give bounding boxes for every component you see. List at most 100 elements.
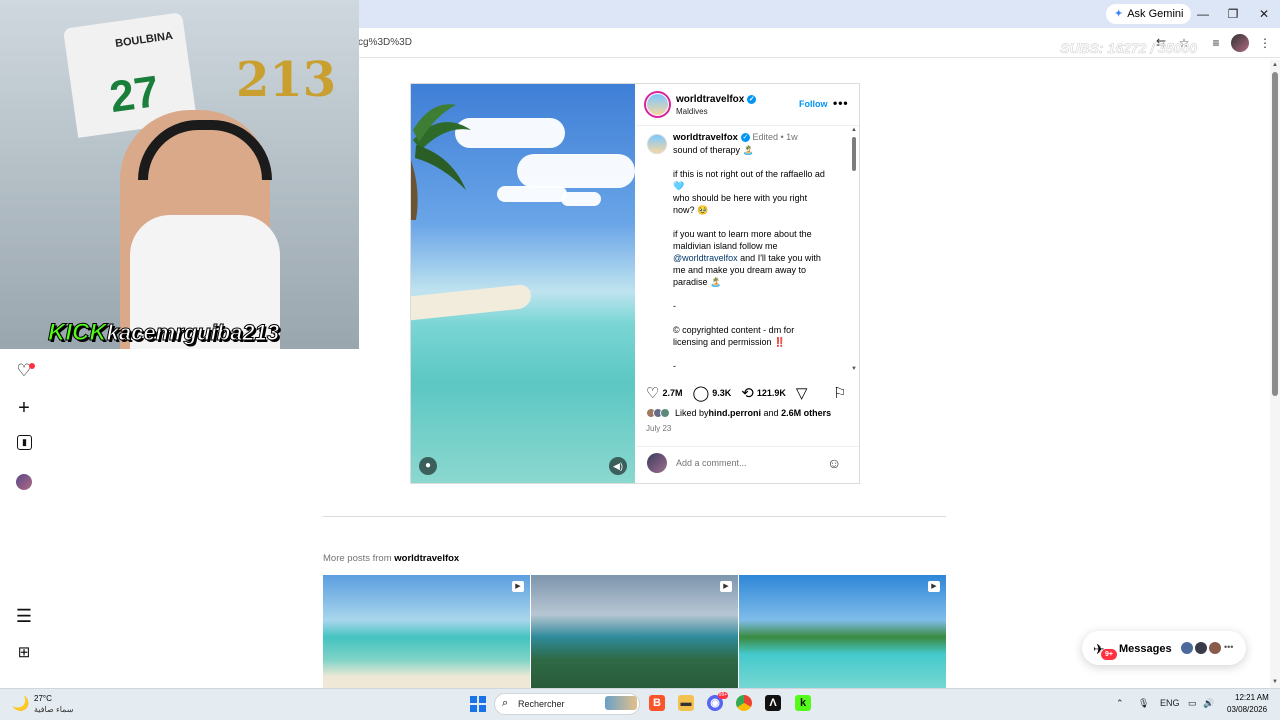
add-comment-input[interactable] bbox=[676, 458, 816, 468]
kick-app-icon[interactable]: k bbox=[795, 695, 811, 711]
search-highlight-image[interactable] bbox=[605, 696, 637, 710]
post-actions: ♡ 2.7M ◯ 9.3K ⟲ 121.9K ▽ bbox=[646, 384, 810, 402]
caption-meta: Edited • 1w bbox=[752, 132, 798, 142]
caption-line: licensing and permission ‼️ bbox=[673, 337, 786, 347]
caption-line: if this is not right out of the raffaell… bbox=[673, 169, 825, 179]
caption-avatar[interactable] bbox=[647, 134, 667, 154]
like-count[interactable]: 2.7M bbox=[662, 388, 682, 398]
clock-time[interactable]: 12:21 AM bbox=[1235, 693, 1269, 702]
save-bookmark-icon[interactable]: ⚐ bbox=[833, 384, 846, 402]
repost-icon[interactable]: ⟲ bbox=[741, 384, 754, 402]
microphone-icon[interactable]: 🎙 bbox=[1138, 698, 1149, 709]
url-text[interactable]: cg%3D%3D bbox=[358, 37, 412, 48]
caption-line: sound of therapy 🏝️ bbox=[673, 145, 754, 155]
liked-by-others[interactable]: 2.6M others bbox=[781, 408, 831, 418]
liked-by-row: Liked by hind.perroni and 2.6M others bbox=[646, 407, 831, 419]
windows-taskbar bbox=[0, 688, 1280, 720]
ask-gemini-button[interactable]: ✦ Ask Gemini bbox=[1106, 4, 1192, 24]
more-post-thumbnail[interactable] bbox=[739, 575, 946, 688]
notification-dot bbox=[29, 363, 35, 369]
caption-line: - bbox=[673, 361, 676, 371]
conversation-avatar bbox=[1180, 641, 1194, 655]
weather-description[interactable]: سماء صافية bbox=[34, 705, 74, 714]
comment-icon[interactable]: ◯ bbox=[692, 384, 709, 402]
webcam-overlay: BOULBINA 27 213 KICK kacemrguiba213 bbox=[0, 0, 359, 349]
minimize-button[interactable]: — bbox=[1192, 4, 1214, 24]
file-explorer-icon[interactable]: ▬ bbox=[678, 695, 694, 711]
follow-button[interactable]: Follow bbox=[799, 99, 828, 109]
caption-line: © copyrighted content - dm for bbox=[673, 325, 795, 335]
liked-by-user[interactable]: hind.perroni bbox=[709, 408, 762, 418]
create-plus-icon[interactable]: + bbox=[14, 398, 34, 418]
tray-expand-icon[interactable]: ⌃ bbox=[1116, 698, 1124, 709]
caption-line: - bbox=[673, 301, 676, 311]
post-date[interactable]: July 23 bbox=[646, 424, 671, 433]
chrome-icon[interactable] bbox=[736, 695, 752, 711]
language-indicator[interactable]: ENG bbox=[1160, 698, 1180, 708]
brave-browser-icon[interactable]: B bbox=[649, 695, 665, 711]
tagged-user-icon[interactable]: ● bbox=[419, 457, 437, 475]
scroll-down-arrow-icon[interactable]: ▼ bbox=[851, 366, 857, 372]
caption-scroll-thumb[interactable] bbox=[852, 137, 856, 171]
subs-watermark: SUBS: 16272 / 35000 bbox=[1060, 40, 1197, 57]
caption-line: me and make you dream away to bbox=[673, 265, 807, 275]
caption-line bbox=[673, 216, 873, 228]
more-post-thumbnail[interactable] bbox=[323, 575, 530, 688]
more-post-thumbnail[interactable] bbox=[531, 575, 738, 688]
menu-hamburger-icon[interactable]: ☰ bbox=[14, 606, 34, 626]
scroll-up-arrow-icon[interactable]: ▲ bbox=[851, 127, 857, 133]
app-a-icon[interactable]: Λ bbox=[765, 695, 781, 711]
also-from-meta-icon[interactable]: ⊞ bbox=[14, 643, 34, 663]
page-scroll-thumb[interactable] bbox=[1272, 72, 1278, 396]
discord-badge: 99+ bbox=[718, 692, 728, 699]
caption-line: now? 🥹 bbox=[673, 205, 709, 215]
reel-video-icon: ▶ bbox=[512, 581, 524, 592]
maximize-button[interactable]: ❐ bbox=[1222, 4, 1244, 24]
conversation-avatar bbox=[1194, 641, 1208, 655]
viewer-avatar bbox=[647, 453, 667, 473]
section-divider bbox=[323, 516, 946, 517]
caption-line: paradise 🏝️ bbox=[673, 277, 722, 287]
kick-logo: KICK bbox=[48, 319, 108, 347]
close-window-button[interactable]: ✕ bbox=[1253, 4, 1275, 24]
moon-weather-icon[interactable]: 🌙 bbox=[12, 695, 29, 712]
comment-count[interactable]: 9.3K bbox=[712, 388, 731, 398]
more-options-icon[interactable]: ••• bbox=[833, 96, 849, 110]
caption-line: maldivian island follow me bbox=[673, 241, 778, 251]
caption-username[interactable]: worldtravelfox bbox=[673, 132, 738, 143]
taskbar-search-placeholder[interactable]: Rechercher bbox=[518, 699, 565, 709]
page-scroll-down-icon[interactable]: ▼ bbox=[1272, 679, 1278, 685]
post-author-username[interactable]: worldtravelfox ✓ bbox=[676, 94, 757, 105]
caption-line bbox=[673, 156, 873, 168]
network-icon[interactable]: ▭ bbox=[1188, 698, 1197, 709]
like-heart-icon[interactable]: ♡ bbox=[646, 384, 659, 402]
clock-date[interactable]: 03/08/2026 bbox=[1227, 705, 1267, 714]
more-posts-prefix: More posts from bbox=[323, 553, 395, 564]
share-icon[interactable]: ▽ bbox=[796, 384, 808, 402]
profile-avatar-nav[interactable] bbox=[16, 474, 32, 490]
more-posts-user[interactable]: worldtravelfox bbox=[394, 553, 459, 564]
author-avatar[interactable] bbox=[644, 91, 671, 118]
caption-mention-link[interactable]: @worldtravelfox bbox=[673, 253, 738, 263]
liked-by-prefix: Liked by bbox=[675, 408, 709, 418]
weather-temperature[interactable]: 27°C bbox=[34, 694, 52, 703]
sound-toggle-icon[interactable]: ◀) bbox=[609, 457, 627, 475]
liker-avatar[interactable] bbox=[660, 408, 670, 418]
emoji-icon[interactable]: ☺ bbox=[827, 455, 841, 471]
more-conversations-icon: ••• bbox=[1224, 642, 1234, 652]
volume-icon[interactable]: 🔊 bbox=[1203, 698, 1214, 709]
post-author-name[interactable]: worldtravelfox bbox=[676, 94, 744, 105]
jersey-number: 27 bbox=[106, 66, 163, 123]
search-icon: ⌕ bbox=[502, 697, 509, 709]
dashboard-chart-icon[interactable]: ▮ bbox=[17, 435, 32, 450]
caption-line: if you want to learn more about the bbox=[673, 229, 812, 239]
profile-avatar[interactable] bbox=[1231, 34, 1249, 52]
post-location[interactable]: Maldives bbox=[676, 107, 708, 116]
browser-menu-icon[interactable]: ⋮ bbox=[1256, 34, 1274, 52]
windows-start-button[interactable] bbox=[470, 696, 486, 712]
reading-list-icon[interactable]: ≡ bbox=[1207, 34, 1225, 52]
kick-banner: KICK kacemrguiba213 bbox=[48, 318, 280, 348]
repost-count[interactable]: 121.9K bbox=[757, 388, 786, 398]
page-scroll-up-icon[interactable]: ▲ bbox=[1272, 62, 1278, 68]
gemini-icon: ✦ bbox=[1114, 8, 1124, 20]
